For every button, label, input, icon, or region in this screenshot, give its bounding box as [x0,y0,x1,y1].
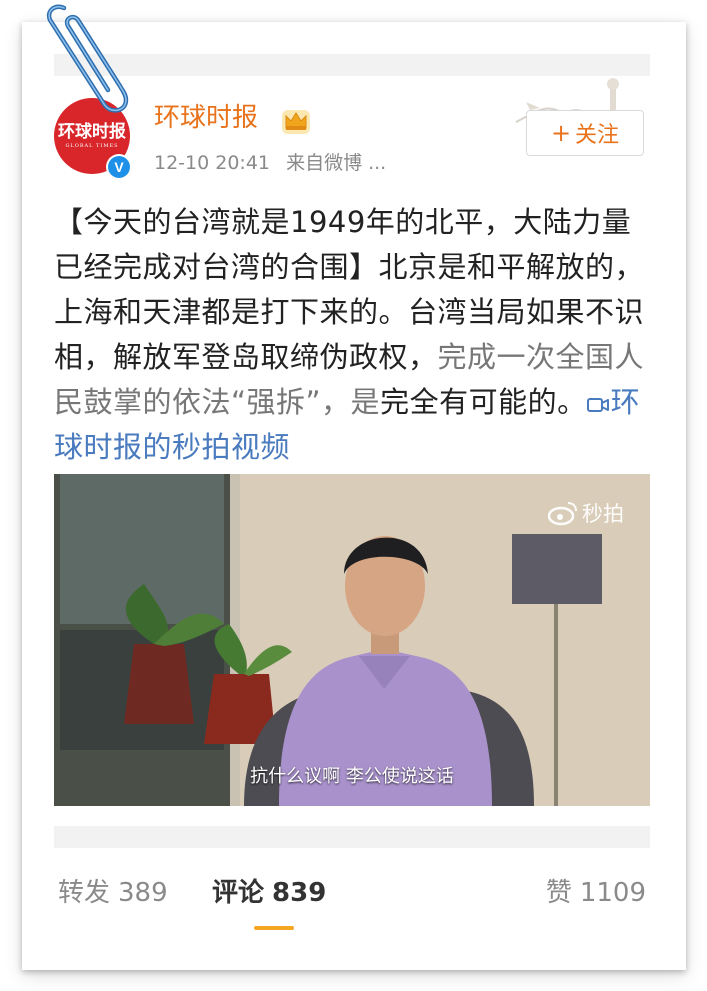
verified-badge: V [106,154,132,180]
repost-count: 389 [118,878,168,908]
comment-tab[interactable]: 评论 839 [212,872,326,909]
plus-icon: + [550,119,572,147]
like-label: 赞 [545,878,572,908]
watermark-label: 秒拍 [582,502,624,526]
comment-label: 评论 [212,878,265,908]
post-text-end: 完全有可能的。 [380,385,587,419]
weibo-post-card: 环球时报 GLOBAL TIMES V 环球时报 12-10 20:41 来自微… [54,54,650,934]
post-meta: 12-10 20:41 来自微博 ... [154,148,386,175]
like-tab[interactable]: 赞 1109 [546,872,646,909]
crown-icon [282,110,310,134]
video-watermark: 秒拍 [548,498,624,528]
avatar-logo-subtext: GLOBAL TIMES [65,142,119,149]
post-source[interactable]: 来自微博 ... [286,152,386,174]
weibo-logo-icon [548,502,577,526]
account-name[interactable]: 环球时报 [154,104,258,133]
like-count: 1109 [579,878,646,908]
repost-tab[interactable]: 转发 389 [58,872,168,909]
video-subtitle: 抗什么议啊 李公使说这话 [250,766,454,787]
avatar-logo-text: 环球时报 [58,121,126,142]
post-body: 【今天的台湾就是1949年的北平，大陆力量已经完成对台湾的合围】北京是和平解放的… [54,200,650,470]
stats-bar: 转发 389 评论 839 赞 1109 [54,872,650,916]
active-tab-indicator [254,926,294,930]
repost-label: 转发 [58,878,111,908]
follow-button[interactable]: + 关注 [526,110,644,156]
paperclip-icon [46,4,129,113]
video-camera-icon [586,398,609,412]
post-timestamp: 12-10 20:41 [154,152,271,174]
follow-button-label: 关注 [575,123,620,148]
verified-icon: V [108,156,130,178]
section-separator [54,826,650,848]
video-player[interactable]: 秒拍 抗什么议啊 李公使说这话 [54,474,650,806]
comment-count: 839 [272,878,327,908]
